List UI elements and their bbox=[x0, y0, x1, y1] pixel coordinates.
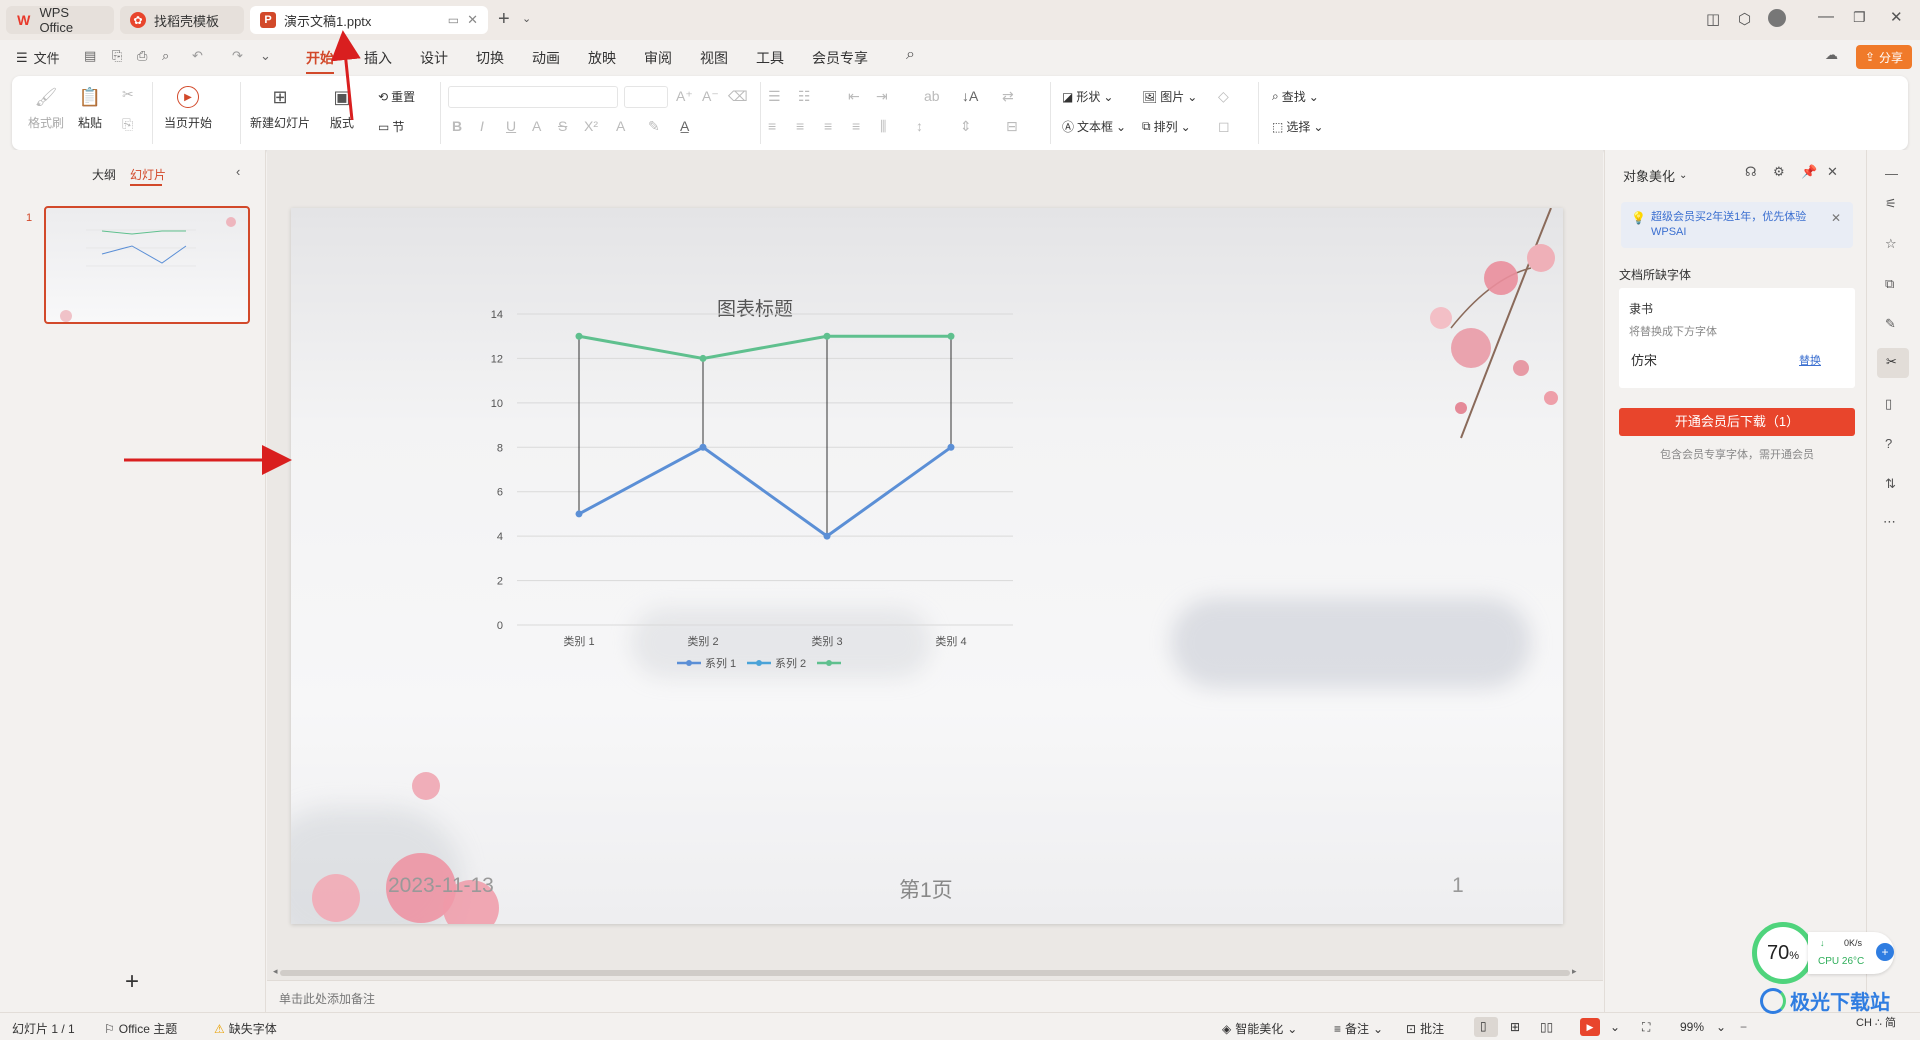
annotation-layer bbox=[124, 30, 361, 475]
annotation-arrow-up bbox=[330, 30, 361, 121]
